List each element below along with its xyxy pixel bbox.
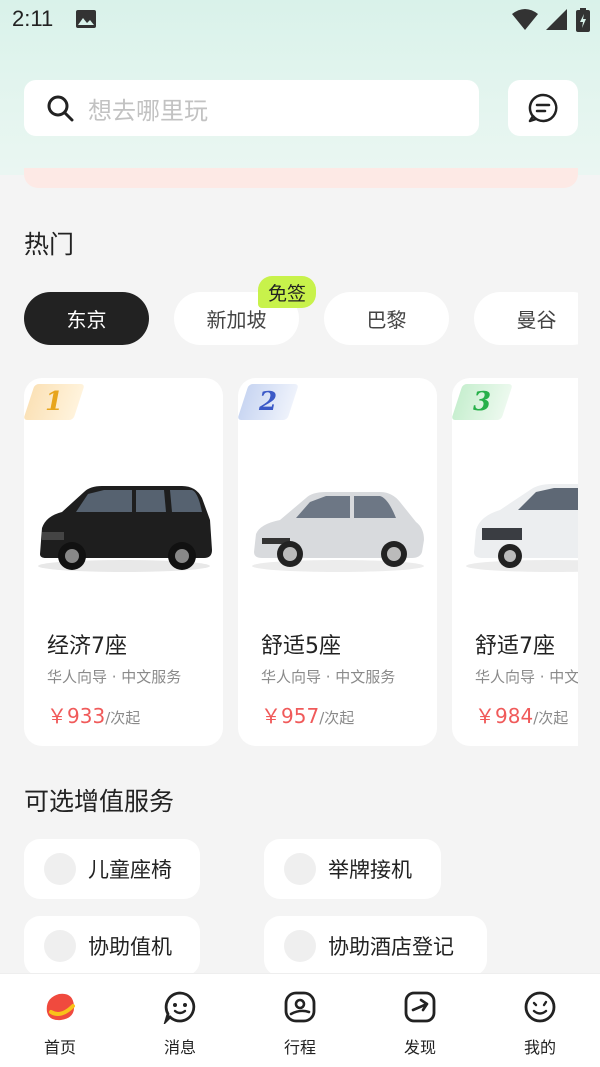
price-value: ￥957: [261, 704, 320, 728]
car-image-mpv-white: [466, 484, 578, 572]
car-description: 华人向导 · 中文服务: [475, 668, 578, 686]
service-child-seat[interactable]: 儿童座椅: [24, 839, 200, 899]
service-label: 协助酒店登记: [328, 935, 454, 959]
nav-home[interactable]: 首页: [20, 990, 100, 1060]
discover-icon: [404, 991, 436, 1023]
rank-badge: 2: [238, 384, 299, 420]
search-placeholder: 想去哪里玩: [88, 96, 208, 125]
car-image-sedan-silver: [252, 492, 424, 572]
home-icon: [46, 993, 75, 1021]
nav-label: 首页: [43, 1038, 76, 1057]
car-image-mpv-black: [38, 486, 212, 572]
banner-strip[interactable]: [24, 168, 578, 188]
city-tab-paris[interactable]: 巴黎: [324, 292, 449, 345]
service-hotel-checkin-assist[interactable]: 协助酒店登记: [264, 916, 487, 976]
price-unit: /次起: [105, 709, 141, 727]
services-section-title: 可选增值服务: [24, 787, 175, 816]
rank-number: 1: [44, 387, 64, 417]
car-description: 华人向导 · 中文服务: [47, 668, 182, 686]
car-card[interactable]: 2 舒适5座 华人向导 · 中文服务 ￥957/次起: [238, 378, 437, 746]
gallery-icon: [76, 10, 96, 28]
hot-section-title: 热门: [24, 230, 75, 259]
nav-trips[interactable]: 行程: [260, 990, 340, 1060]
car-name: 舒适5座: [261, 634, 341, 659]
trip-icon: [284, 991, 316, 1023]
rank-badge: 1: [24, 384, 85, 420]
nav-profile[interactable]: 我的: [500, 990, 580, 1060]
search-bar[interactable]: 想去哪里玩: [24, 80, 479, 136]
car-name: 经济7座: [47, 634, 127, 659]
service-checkin-assist[interactable]: 协助值机: [24, 916, 200, 976]
car-price: ￥933/次起: [47, 700, 140, 729]
status-time: 2:11: [12, 6, 54, 31]
service-checkbox[interactable]: [284, 853, 316, 885]
message-icon: [528, 93, 558, 123]
rank-badge: 3: [452, 384, 513, 420]
price-value: ￥984: [475, 704, 534, 728]
nav-label: 消息: [163, 1038, 196, 1057]
car-price: ￥984/次起: [475, 700, 568, 729]
rank-number: 3: [472, 387, 492, 417]
car-card[interactable]: 1 经济7座 华人向导 · 中文服务 ￥933/次起: [24, 378, 223, 746]
price-unit: /次起: [319, 709, 355, 727]
service-sign-pickup[interactable]: 举牌接机: [264, 839, 441, 899]
nav-label: 发现: [403, 1038, 436, 1057]
nav-discover[interactable]: 发现: [380, 990, 460, 1060]
chat-icon: [163, 991, 196, 1024]
signal-icon: [546, 9, 567, 30]
nav-label: 行程: [283, 1038, 316, 1057]
nav-label: 我的: [523, 1038, 556, 1057]
car-card[interactable]: 3 舒适7座 华人向导 · 中文服务 ￥984/次起: [452, 378, 578, 746]
visa-free-badge: 免签: [258, 276, 316, 308]
search-icon: [47, 95, 74, 122]
car-list: 1 经济7座 华人向导 · 中文服务 ￥933/次起 2 舒适5座 华人向导 ·…: [24, 378, 578, 748]
price-unit: /次起: [533, 709, 569, 727]
bottom-navigation: 首页 消息 行程 发现 我的: [0, 973, 600, 1067]
rank-number: 2: [258, 387, 278, 417]
service-label: 举牌接机: [328, 858, 412, 882]
service-checkbox[interactable]: [44, 930, 76, 962]
nav-messages[interactable]: 消息: [140, 990, 220, 1060]
service-checkbox[interactable]: [284, 930, 316, 962]
service-checkbox[interactable]: [44, 853, 76, 885]
service-label: 儿童座椅: [88, 858, 172, 882]
status-bar: 2:11: [0, 0, 600, 40]
price-value: ￥933: [47, 704, 106, 728]
car-name: 舒适7座: [475, 634, 555, 659]
service-label: 协助值机: [88, 935, 172, 959]
city-tab-bangkok[interactable]: 曼谷: [474, 292, 578, 345]
car-price: ￥957/次起: [261, 700, 354, 729]
wifi-icon: [512, 9, 538, 30]
message-button[interactable]: [508, 80, 578, 136]
profile-icon: [524, 991, 556, 1023]
battery-icon: [576, 8, 590, 32]
city-tab-tokyo[interactable]: 东京: [24, 292, 149, 345]
car-description: 华人向导 · 中文服务: [261, 668, 396, 686]
